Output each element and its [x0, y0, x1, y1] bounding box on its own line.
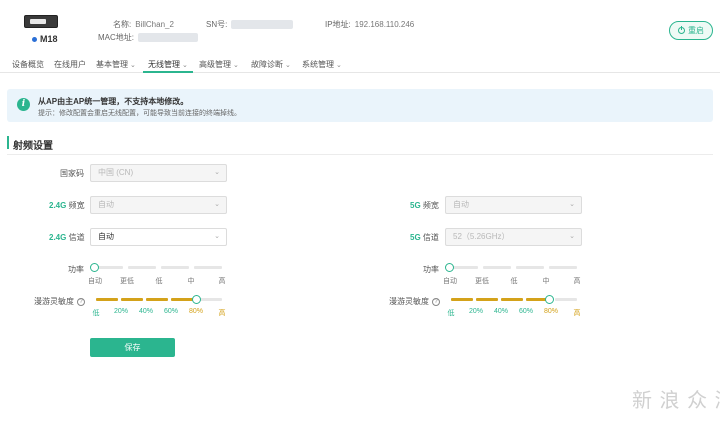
power24-knob[interactable]	[90, 263, 99, 272]
ch24-label: 2.4G 信道	[49, 233, 85, 242]
tab-basic[interactable]: 基本管理 ⌄	[96, 59, 136, 70]
power5-tick: 低	[510, 278, 518, 285]
chevron-down-icon: ⌄	[182, 62, 188, 69]
roam24-tick: 40%	[138, 308, 154, 315]
power5-label: 功率	[423, 265, 439, 274]
roam5-label: 漫游灵敏度?	[389, 296, 440, 307]
save-button[interactable]: 保存	[90, 338, 175, 357]
tab-online-users[interactable]: 在线用户	[54, 59, 86, 70]
roam5-tick: 高	[573, 310, 581, 317]
bw24-select: 自动 ⌄	[90, 196, 227, 214]
tab-overview[interactable]: 设备概览	[12, 59, 44, 70]
ch24-select[interactable]: 自动 ⌄	[90, 228, 227, 246]
device-sn: SN号:	[206, 19, 294, 30]
chevron-down-icon: ⌄	[336, 62, 342, 69]
roam5-tick: 80%	[543, 308, 559, 315]
status-dot-icon	[32, 37, 37, 43]
chevron-down-icon: ⌄	[214, 201, 220, 208]
device-name: 名称: BillChan_2	[113, 20, 174, 29]
tab-wireless[interactable]: 无线管理 ⌄	[148, 59, 188, 70]
roam24-tick: 60%	[163, 308, 179, 315]
chevron-down-icon: ⌄	[569, 201, 575, 208]
section-accent	[7, 136, 9, 149]
roam24-tick: 20%	[113, 308, 129, 315]
bw5-label: 5G 频宽	[410, 201, 439, 210]
roam24-tick: 低	[92, 310, 100, 317]
notice-banner: i 从AP由主AP统一管理，不支持本地修改。 提示：修改配置会重启无线配置，可能…	[7, 89, 713, 122]
power5-tick: 高	[573, 278, 581, 285]
roam5-tick: 20%	[468, 308, 484, 315]
roam24-knob[interactable]	[192, 295, 201, 304]
active-tab-indicator	[143, 71, 193, 73]
roam24-slider[interactable]	[96, 298, 222, 301]
notice-title: 从AP由主AP统一管理，不支持本地修改。	[38, 97, 189, 106]
tab-advanced[interactable]: 高级管理 ⌄	[199, 59, 239, 70]
tab-system[interactable]: 系统管理 ⌄	[302, 59, 342, 70]
blurred-mac	[138, 33, 198, 43]
roam5-tick: 低	[447, 310, 455, 317]
power24-tick: 中	[187, 278, 195, 285]
reboot-button[interactable]: 重启	[669, 21, 713, 40]
chevron-down-icon: ⌄	[130, 62, 136, 69]
watermark: 新 浪 众 测	[632, 390, 720, 412]
bw5-select: 自动 ⌄	[445, 196, 582, 214]
notice-subtitle: 提示：修改配置会重启无线配置，可能导致当前连接的终端掉线。	[38, 110, 241, 117]
chevron-down-icon: ⌄	[569, 233, 575, 240]
power24-tick: 更低	[120, 278, 134, 285]
chevron-down-icon: ⌄	[233, 62, 239, 69]
device-ip: IP地址: 192.168.110.246	[325, 20, 415, 29]
section-divider	[7, 154, 713, 155]
device-mac: MAC地址:	[98, 32, 198, 43]
power5-tick: 自动	[443, 278, 457, 285]
roam24-tick: 80%	[188, 308, 204, 315]
chevron-down-icon: ⌄	[285, 62, 291, 69]
router-icon	[24, 15, 58, 28]
country-label: 国家码	[60, 169, 84, 178]
blurred-sn	[231, 20, 294, 30]
power5-tick: 更低	[475, 278, 489, 285]
power24-tick: 自动	[88, 278, 102, 285]
power5-tick: 中	[542, 278, 550, 285]
power24-tick: 低	[155, 278, 163, 285]
country-select: 中国 (CN) ⌄	[90, 164, 227, 182]
roam24-tick: 高	[218, 310, 226, 317]
roam5-slider[interactable]	[451, 298, 577, 301]
roam24-label: 漫游灵敏度?	[34, 296, 85, 307]
chevron-down-icon: ⌄	[214, 169, 220, 176]
power24-slider[interactable]	[95, 266, 222, 269]
section-title: 射频设置	[13, 141, 53, 152]
tab-diagnostics[interactable]: 故障诊断 ⌄	[251, 59, 291, 70]
device-image: M18	[24, 15, 66, 44]
info-icon: i	[17, 98, 30, 111]
device-model: M18	[32, 34, 58, 44]
ch5-select: 52（5.26GHz） ⌄	[445, 228, 582, 246]
bw24-label: 2.4G 频宽	[49, 201, 85, 210]
power5-knob[interactable]	[445, 263, 454, 272]
roam5-knob[interactable]	[545, 295, 554, 304]
help-icon[interactable]: ?	[77, 297, 85, 306]
roam5-tick: 60%	[518, 308, 534, 315]
power-icon	[678, 26, 685, 34]
main-nav: 设备概览 在线用户 基本管理 ⌄ 无线管理 ⌄ 高级管理 ⌄ 故障诊断 ⌄ 系统管理 ⌄	[0, 56, 720, 73]
ch5-label: 5G 信道	[410, 233, 439, 242]
power24-tick: 高	[218, 278, 226, 285]
roam5-tick: 40%	[493, 308, 509, 315]
help-icon[interactable]: ?	[432, 297, 440, 306]
power5-slider[interactable]	[450, 266, 577, 269]
power24-label: 功率	[68, 265, 84, 274]
chevron-down-icon: ⌄	[214, 233, 220, 240]
